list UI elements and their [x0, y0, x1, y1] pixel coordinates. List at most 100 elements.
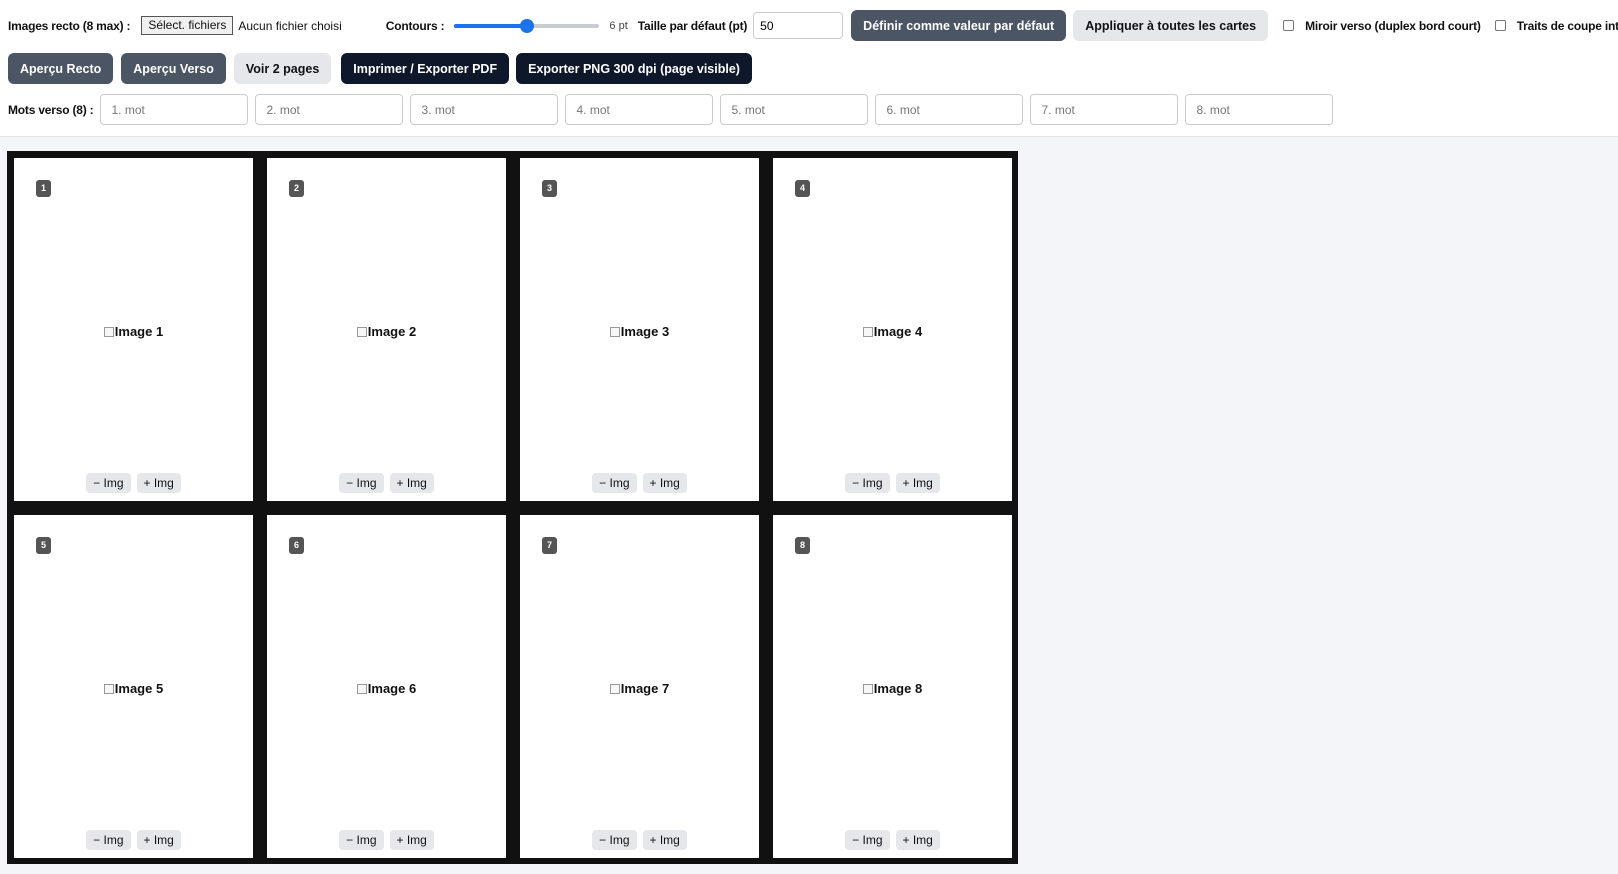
- set-default-button[interactable]: Définir comme valeur par défaut: [851, 10, 1067, 41]
- card-image-alt: Image 5: [114, 681, 164, 696]
- increase-image-button[interactable]: + Img: [895, 473, 940, 493]
- card-image: Image 2: [267, 324, 506, 339]
- card-image-alt: Image 6: [367, 681, 417, 696]
- card-image-alt: Image 8: [873, 681, 923, 696]
- card-image: Image 8: [773, 681, 1012, 696]
- card-image-controls: − Img + Img: [14, 473, 253, 493]
- increase-image-button[interactable]: + Img: [389, 830, 434, 850]
- broken-image-icon: [356, 684, 367, 694]
- card-image-controls: − Img + Img: [267, 473, 506, 493]
- contours-label: Contours :: [385, 18, 445, 33]
- card-5: 5 Image 5 − Img + Img: [14, 515, 253, 858]
- decrease-image-button[interactable]: − Img: [845, 830, 890, 850]
- mirror-checkbox-box[interactable]: [1283, 20, 1295, 31]
- card-sheet: 1 Image 1− Img + Img 2 Image 2− Img + Img 3 Ima…: [7, 151, 1018, 864]
- decrease-image-button[interactable]: − Img: [845, 473, 890, 493]
- words-row: Mots verso (8) :: [8, 94, 1334, 125]
- card-7: 7 Image 7 − Img + Img: [520, 515, 759, 858]
- slider-fill: [454, 23, 527, 28]
- card-image-alt: Image 2: [367, 324, 417, 339]
- card-image-controls: − Img + Img: [773, 830, 1012, 850]
- increase-image-button[interactable]: + Img: [895, 830, 940, 850]
- card-number-badge: 1: [36, 180, 51, 197]
- mirror-checkbox-label: Miroir verso (duplex bord court): [1305, 18, 1481, 33]
- export-png-button[interactable]: Exporter PNG 300 dpi (page visible): [516, 53, 752, 84]
- actions-row: Aperçu Recto Aperçu Verso Voir 2 pages I…: [8, 53, 752, 84]
- card-image: Image 3: [520, 324, 759, 339]
- settings-row: Images recto (8 max) : Sélect. fichiers …: [8, 10, 1618, 41]
- word-input-1[interactable]: [100, 94, 249, 125]
- card-image-controls: − Img + Img: [520, 473, 759, 493]
- word-input-5[interactable]: [720, 94, 869, 125]
- word-input-6[interactable]: [875, 94, 1024, 125]
- increase-image-button[interactable]: + Img: [642, 473, 687, 493]
- default-size-label: Taille par défaut (pt): [637, 18, 748, 33]
- file-status-text: Aucun fichier choisi: [238, 18, 342, 33]
- increase-image-button[interactable]: + Img: [136, 473, 181, 493]
- images-recto-label: Images recto (8 max) :: [8, 18, 131, 33]
- decrease-image-button[interactable]: − Img: [339, 473, 384, 493]
- contours-slider[interactable]: [454, 18, 600, 34]
- card-6: 6 Image 6 − Img + Img: [267, 515, 506, 858]
- card-image-alt: Image 1: [114, 324, 164, 339]
- card-image-controls: − Img + Img: [520, 830, 759, 850]
- select-files-button[interactable]: Sélect. fichiers: [141, 16, 234, 35]
- card-image: Image 5: [14, 681, 253, 696]
- card-3: 3 Image 3 − Img + Img: [520, 158, 759, 501]
- cut-lines-checkbox-label: Traits de coupe internes: [1516, 18, 1618, 33]
- increase-image-button[interactable]: + Img: [642, 830, 687, 850]
- broken-image-icon: [103, 684, 114, 694]
- cut-lines-checkbox[interactable]: Traits de coupe internes: [1494, 18, 1618, 33]
- decrease-image-button[interactable]: − Img: [86, 830, 131, 850]
- preview-verso-button[interactable]: Aperçu Verso: [121, 53, 226, 84]
- view-two-pages-button[interactable]: Voir 2 pages: [233, 53, 332, 84]
- cut-lines-checkbox-box[interactable]: [1494, 20, 1506, 31]
- slider-thumb[interactable]: [519, 18, 534, 33]
- increase-image-button[interactable]: + Img: [389, 473, 434, 493]
- card-image: Image 4: [773, 324, 1012, 339]
- card-image: Image 1: [14, 324, 253, 339]
- word-input-4[interactable]: [565, 94, 714, 125]
- default-size-input[interactable]: [753, 12, 844, 39]
- broken-image-icon: [609, 327, 620, 337]
- card-image-alt: Image 3: [620, 324, 670, 339]
- card-number-badge: 6: [289, 537, 304, 554]
- broken-image-icon: [356, 327, 367, 337]
- print-pdf-button[interactable]: Imprimer / Exporter PDF: [341, 53, 510, 84]
- card-number-badge: 7: [542, 537, 557, 554]
- card-4: 4 Image 4 − Img + Img: [773, 158, 1012, 501]
- card-image-controls: − Img + Img: [773, 473, 1012, 493]
- word-input-3[interactable]: [410, 94, 559, 125]
- word-input-8[interactable]: [1185, 94, 1334, 125]
- card-image-alt: Image 7: [620, 681, 670, 696]
- card-1: 1 Image 1 − Img + Img: [14, 158, 253, 501]
- card-image: Image 6: [267, 681, 506, 696]
- preview-recto-button[interactable]: Aperçu Recto: [8, 53, 114, 84]
- card-number-badge: 8: [795, 537, 810, 554]
- card-number-badge: 5: [36, 537, 51, 554]
- increase-image-button[interactable]: + Img: [136, 830, 181, 850]
- card-image-alt: Image 4: [873, 324, 923, 339]
- card-number-badge: 2: [289, 180, 304, 197]
- word-input-2[interactable]: [255, 94, 404, 125]
- mirror-verso-checkbox[interactable]: Miroir verso (duplex bord court): [1283, 19, 1481, 33]
- broken-image-icon: [862, 327, 873, 337]
- decrease-image-button[interactable]: − Img: [592, 830, 637, 850]
- word-input-7[interactable]: [1030, 94, 1179, 125]
- decrease-image-button[interactable]: − Img: [86, 473, 131, 493]
- words-label: Mots verso (8) :: [8, 102, 94, 117]
- card-2: 2 Image 2 − Img + Img: [267, 158, 506, 501]
- card-number-badge: 3: [542, 180, 557, 197]
- decrease-image-button[interactable]: − Img: [339, 830, 384, 850]
- decrease-image-button[interactable]: − Img: [592, 473, 637, 493]
- broken-image-icon: [609, 684, 620, 694]
- toolbar: Images recto (8 max) : Sélect. fichiers …: [0, 0, 1618, 137]
- apply-all-button[interactable]: Appliquer à toutes les cartes: [1073, 10, 1269, 41]
- card-image: Image 7: [520, 681, 759, 696]
- card-8: 8 Image 8 − Img + Img: [773, 515, 1012, 858]
- broken-image-icon: [103, 327, 114, 337]
- broken-image-icon: [862, 684, 873, 694]
- card-number-badge: 4: [795, 180, 810, 197]
- contours-value: 6 pt: [609, 19, 628, 32]
- card-image-controls: − Img + Img: [267, 830, 506, 850]
